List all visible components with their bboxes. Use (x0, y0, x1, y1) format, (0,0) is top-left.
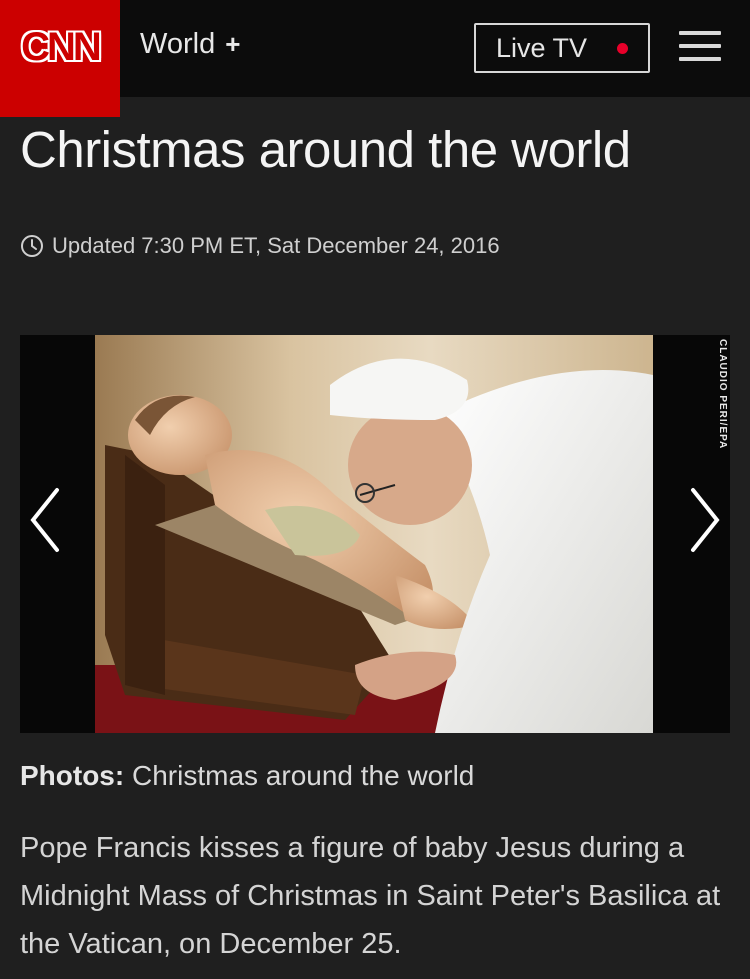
gallery-next-button[interactable] (675, 480, 730, 560)
photo-caption: Pope Francis kisses a figure of baby Jes… (20, 832, 721, 960)
chevron-right-icon (691, 488, 720, 552)
section-label: World (140, 28, 216, 60)
photo-credit: CLAUDIO PERI/EPA (717, 339, 728, 450)
expand-plus-icon: + (225, 29, 241, 59)
live-tv-label: Live TV (496, 32, 588, 63)
page-title: Christmas around the world (20, 121, 631, 178)
updated-text: Updated 7:30 PM ET, Sat December 24, 201… (52, 233, 500, 258)
gallery-title-text: Christmas around the world (132, 760, 475, 791)
gallery-title[interactable]: Photos: Christmas around the world (20, 760, 474, 792)
gallery-photo (95, 335, 653, 733)
clock-icon (21, 235, 43, 257)
photo-gallery[interactable]: CLAUDIO PERI/EPA (20, 335, 730, 733)
cnn-logo[interactable]: CNN (0, 0, 120, 117)
section-nav-world[interactable]: World + (140, 28, 240, 61)
hamburger-menu-icon[interactable] (679, 31, 721, 63)
timestamp: Updated 7:30 PM ET, Sat December 24, 201… (20, 233, 500, 259)
chevron-left-icon (30, 488, 59, 552)
live-tv-button[interactable]: Live TV (474, 23, 650, 73)
gallery-prev-button[interactable] (20, 480, 75, 560)
top-nav-bar: CNN World + Live TV (0, 0, 750, 117)
live-indicator-dot (617, 43, 628, 54)
gallery-label: Photos: (20, 760, 125, 791)
